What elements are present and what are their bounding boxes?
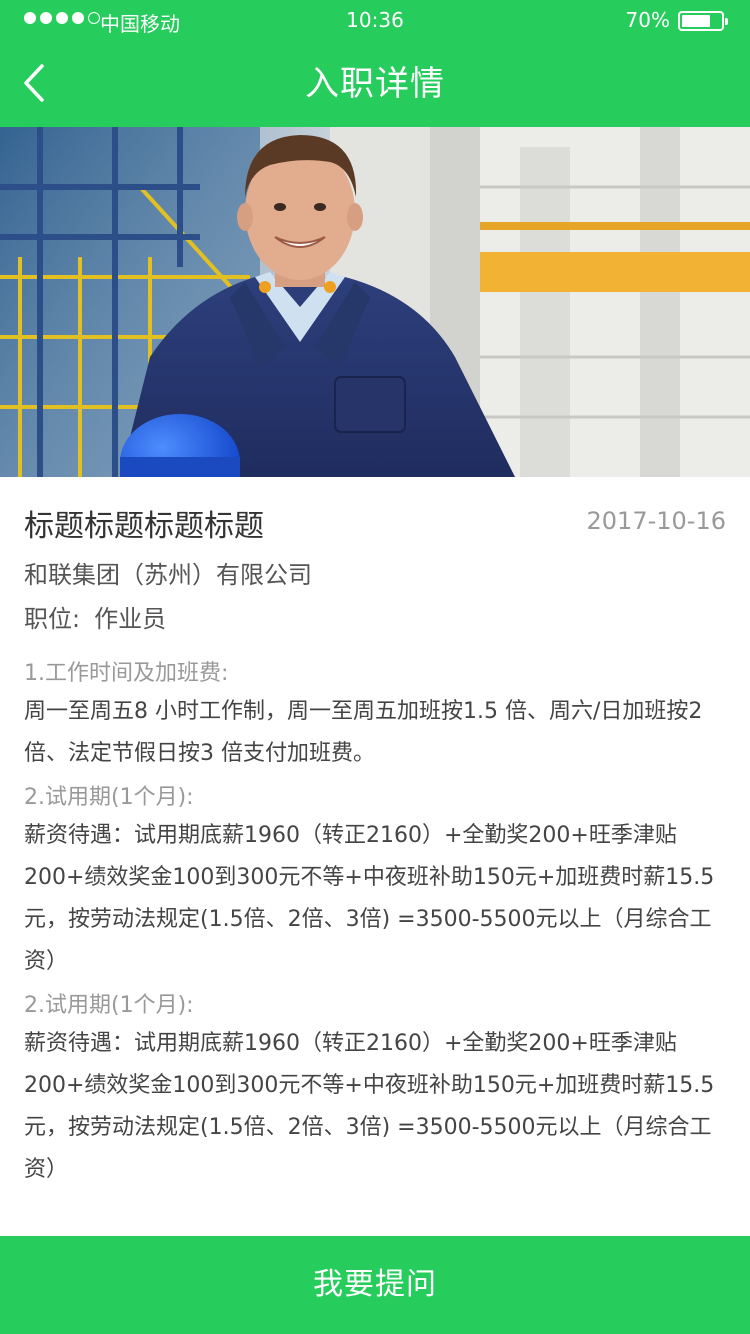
page-title: 入职详情: [305, 64, 445, 104]
position-label: 职位:: [24, 605, 81, 633]
header-bar: 中国移动 10:36 70% 入职详情: [0, 0, 750, 127]
position-value: 作业员: [94, 605, 167, 633]
section-heading: 2.试用期(1个月):: [24, 785, 194, 810]
hero-image: [0, 127, 750, 477]
section: 1.工作时间及加班费: 周一至周五8 小时工作制，周一至周五加班按1.5 倍、周…: [24, 657, 726, 775]
job-description: 1.工作时间及加班费: 周一至周五8 小时工作制，周一至周五加班按1.5 倍、周…: [24, 657, 726, 1197]
section-heading: 2.试用期(1个月):: [24, 993, 194, 1018]
worker-photo-illustration: [0, 127, 750, 477]
section: 2.试用期(1个月): 薪资待遇：试用期底薪1960（转正2160）+全勤奖20…: [24, 781, 726, 983]
publish-date: 2017-10-16: [586, 507, 726, 535]
status-bar: 中国移动 10:36 70%: [0, 0, 750, 40]
ask-question-button[interactable]: 我要提问: [0, 1236, 750, 1334]
section: 2.试用期(1个月): 薪资待遇：试用期底薪1960（转正2160）+全勤奖20…: [24, 989, 726, 1191]
battery-percent: 70%: [625, 8, 670, 32]
company-name: 和联集团（苏州）有限公司: [24, 561, 312, 589]
section-body: 周一至周五8 小时工作制，周一至周五加班按1.5 倍、周六/日加班按2倍、法定节…: [24, 699, 703, 766]
section-body: 薪资待遇：试用期底薪1960（转正2160）+全勤奖200+旺季津贴200+绩效…: [24, 823, 715, 974]
job-title: 标题标题标题标题: [24, 509, 264, 544]
battery-icon: [678, 11, 728, 31]
section-heading: 1.工作时间及加班费:: [24, 661, 229, 686]
section-body: 薪资待遇：试用期底薪1960（转正2160）+全勤奖200+旺季津贴200+绩效…: [24, 1031, 715, 1182]
position-row: 职位: 作业员: [24, 599, 166, 634]
